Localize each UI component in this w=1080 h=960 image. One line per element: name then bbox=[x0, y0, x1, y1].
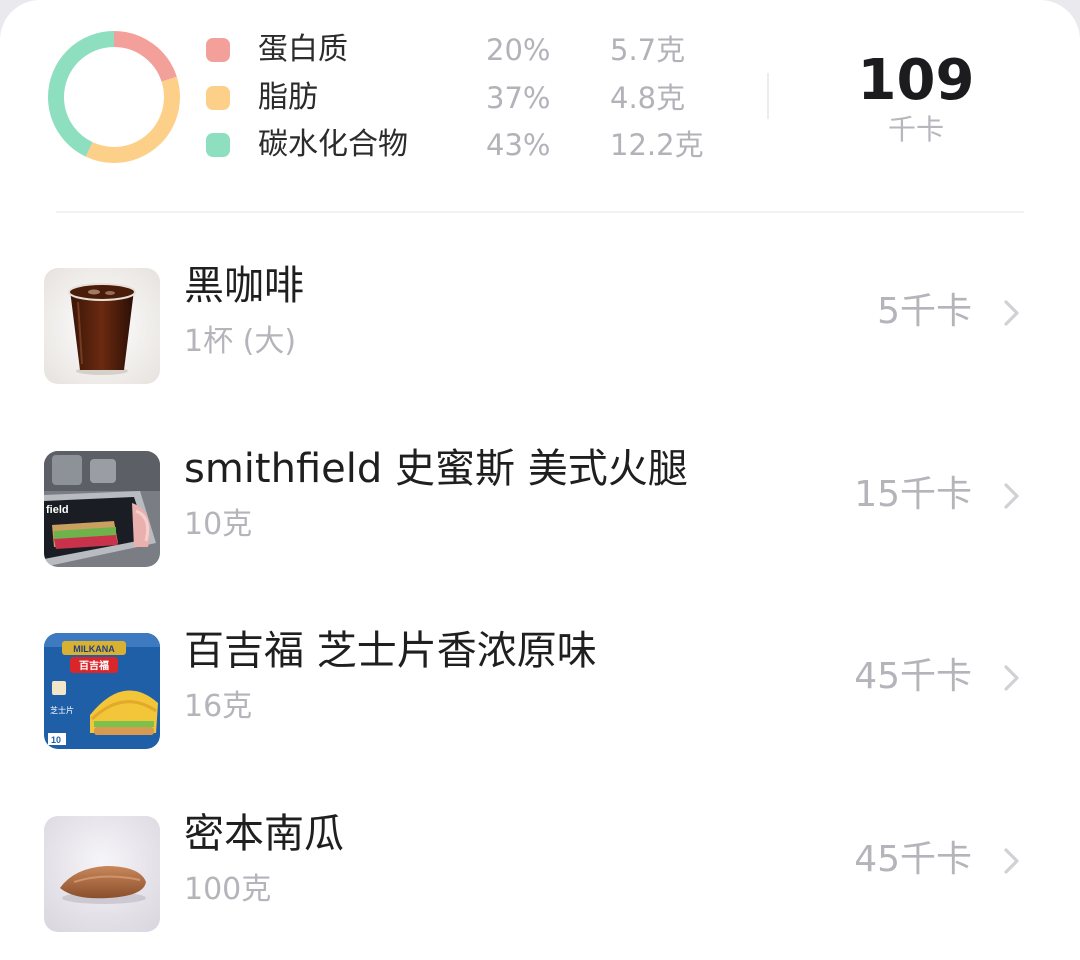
ham-brand-text: field bbox=[46, 504, 69, 516]
food-kcal: 45千卡 bbox=[854, 656, 972, 697]
macro-name: 脂肪 bbox=[258, 80, 318, 115]
macro-grams: 5.7克 bbox=[610, 33, 686, 67]
food-name: 百吉福 芝士片香浓原味 bbox=[184, 628, 597, 674]
macro-name: 蛋白质 bbox=[258, 32, 348, 67]
pumpkin-icon bbox=[44, 816, 160, 932]
chevron-right-icon bbox=[1000, 846, 1024, 876]
macro-name: 碳水化合物 bbox=[258, 127, 408, 162]
chevron-right-icon bbox=[1000, 663, 1024, 693]
food-portion: 1杯 (大) bbox=[184, 324, 297, 359]
total-kcal-value: 109 bbox=[857, 48, 975, 113]
total-kcal-unit: 千卡 bbox=[887, 113, 944, 146]
macro-row-carbs: 碳水化合物 43% 12.2克 bbox=[206, 125, 746, 165]
macro-percent: 37% bbox=[486, 81, 551, 115]
summary-divider bbox=[767, 73, 769, 119]
macro-row-fat: 脂肪 37% 4.8克 bbox=[206, 78, 746, 118]
food-name: 密本南瓜 bbox=[184, 811, 344, 857]
iced-coffee-cup-icon bbox=[44, 268, 160, 384]
meal-detail-card: 蛋白质 20% 5.7克 脂肪 37% 4.8克 碳水化合物 43% 12.2克… bbox=[0, 0, 1080, 960]
food-portion: 16克 bbox=[184, 689, 253, 724]
food-portion: 100克 bbox=[184, 872, 272, 907]
macro-percent: 20% bbox=[486, 33, 551, 67]
food-kcal: 45千卡 bbox=[854, 839, 972, 880]
macro-grams: 12.2克 bbox=[610, 128, 704, 162]
food-kcal: 5千卡 bbox=[877, 291, 972, 332]
protein-color-dot bbox=[206, 38, 230, 62]
food-portion: 10克 bbox=[184, 507, 253, 542]
cheese-brand-text: MILKANA bbox=[73, 644, 115, 654]
svg-text:10: 10 bbox=[51, 735, 61, 745]
cheese-product-text: 芝士片 bbox=[50, 705, 74, 715]
food-item-ham[interactable]: field smithfield 史蜜斯 美式火腿 10克 15千卡 bbox=[0, 435, 1080, 575]
chevron-right-icon bbox=[1000, 481, 1024, 511]
ham-package-icon: field bbox=[44, 451, 160, 567]
macro-row-protein: 蛋白质 20% 5.7克 bbox=[206, 30, 746, 70]
macro-grams: 4.8克 bbox=[610, 81, 686, 115]
fat-color-dot bbox=[206, 86, 230, 110]
carbs-color-dot bbox=[206, 133, 230, 157]
food-kcal: 15千卡 bbox=[854, 474, 972, 515]
food-name: smithfield 史蜜斯 美式火腿 bbox=[184, 446, 688, 492]
food-item-pumpkin[interactable]: 密本南瓜 100克 45千卡 bbox=[0, 800, 1080, 940]
cheese-slices-package-icon: MILKANA 百吉福 芝士片 10 bbox=[44, 633, 160, 749]
section-divider bbox=[56, 211, 1024, 213]
food-item-cheese[interactable]: MILKANA 百吉福 芝士片 10 百吉福 芝士片香浓原味 16克 45千卡 bbox=[0, 617, 1080, 757]
chevron-right-icon bbox=[1000, 298, 1024, 328]
macro-percent: 43% bbox=[486, 128, 551, 162]
cheese-brand-cn-text: 百吉福 bbox=[79, 659, 109, 672]
macro-donut-chart bbox=[48, 31, 180, 163]
food-name: 黑咖啡 bbox=[184, 263, 304, 309]
food-item-black-coffee[interactable]: 黑咖啡 1杯 (大) 5千卡 bbox=[0, 252, 1080, 392]
